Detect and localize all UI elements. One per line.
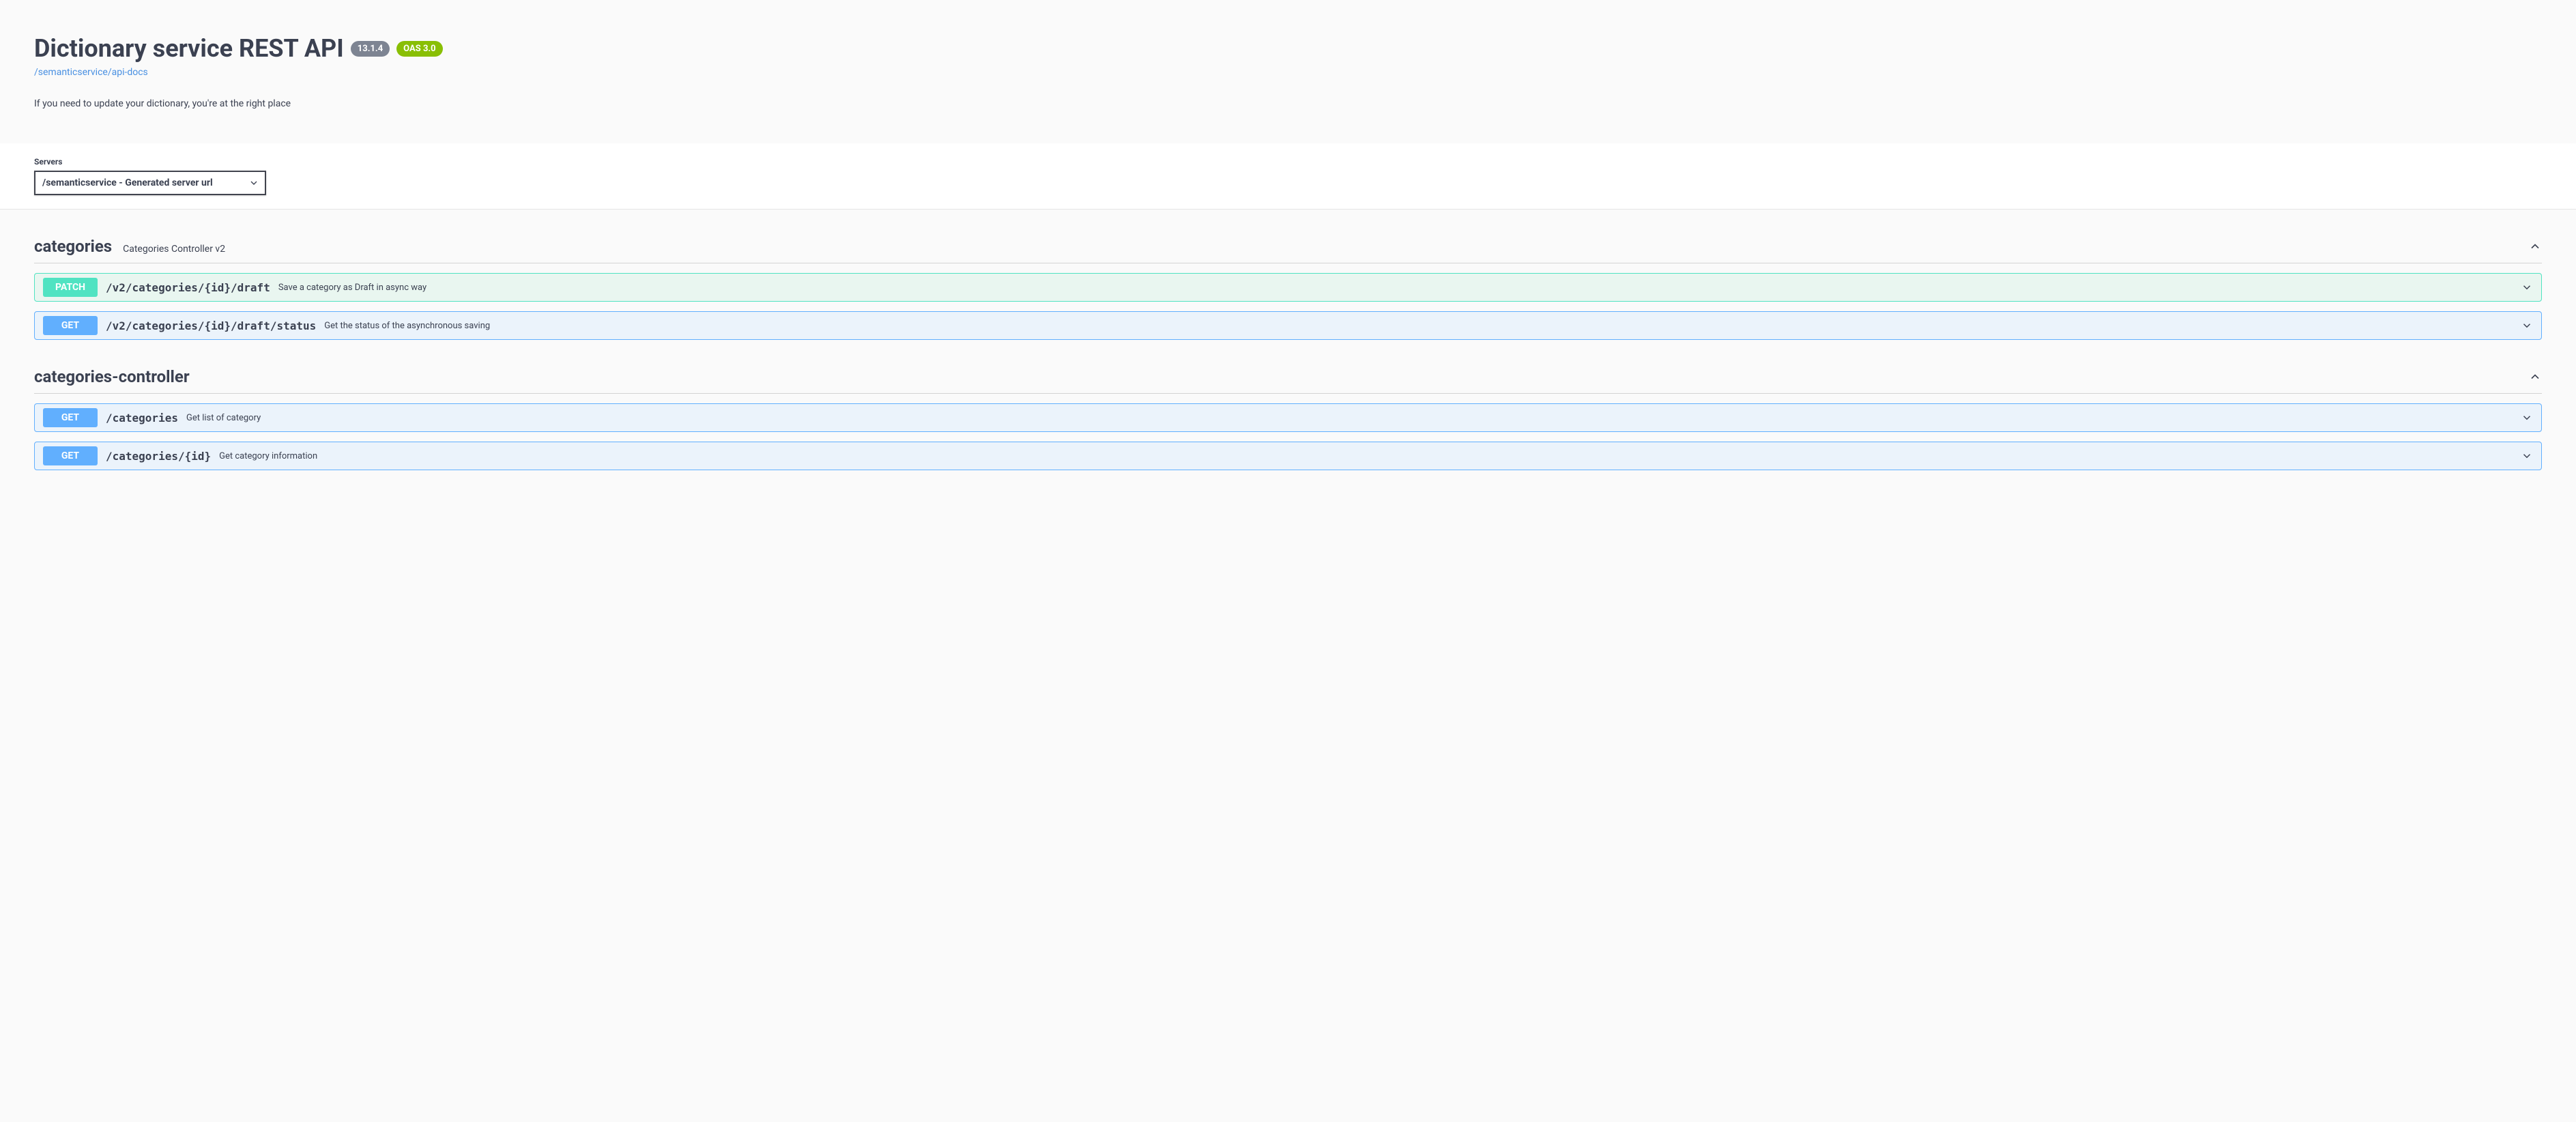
version-badge: 13.1.4 xyxy=(351,41,390,57)
tag-name: categories-controller xyxy=(34,367,190,386)
api-description: If you need to update your dictionary, y… xyxy=(34,98,2542,109)
operation-path: /categories/{id} xyxy=(106,450,211,463)
method-badge: GET xyxy=(43,446,98,465)
page-header: Dictionary service REST API 13.1.4 OAS 3… xyxy=(0,0,2576,143)
tag-name: categories xyxy=(34,237,112,256)
server-select[interactable]: /semanticservice - Generated server url xyxy=(34,171,266,195)
operation-path: /v2/categories/{id}/draft/status xyxy=(106,319,316,332)
tag-section-categories-controller: categories-controller GET /categories Ge… xyxy=(34,367,2542,470)
chevron-down-icon xyxy=(2521,412,2533,424)
operation-summary: Get list of category xyxy=(186,413,2521,423)
operations-content: categories Categories Controller v2 PATC… xyxy=(0,237,2576,470)
operation-path: /v2/categories/{id}/draft xyxy=(106,281,270,294)
operation-summary: Get category information xyxy=(219,451,2521,461)
chevron-down-icon xyxy=(2521,319,2533,332)
method-badge: GET xyxy=(43,316,98,335)
chevron-down-icon xyxy=(2521,450,2533,462)
operation-patch-categories-draft[interactable]: PATCH /v2/categories/{id}/draft Save a c… xyxy=(34,273,2542,302)
tag-section-categories: categories Categories Controller v2 PATC… xyxy=(34,237,2542,340)
page-title: Dictionary service REST API xyxy=(34,34,344,63)
chevron-up-icon xyxy=(2528,370,2542,384)
operation-get-category-by-id[interactable]: GET /categories/{id} Get category inform… xyxy=(34,442,2542,470)
tag-header-categories-controller[interactable]: categories-controller xyxy=(34,367,2542,394)
servers-section: Servers /semanticservice - Generated ser… xyxy=(0,143,2576,210)
tag-description: Categories Controller v2 xyxy=(123,244,225,255)
operation-summary: Get the status of the asynchronous savin… xyxy=(324,321,2521,331)
chevron-down-icon xyxy=(2521,281,2533,293)
tag-header-categories[interactable]: categories Categories Controller v2 xyxy=(34,237,2542,263)
api-docs-link[interactable]: /semanticservice/api-docs xyxy=(34,67,148,78)
method-badge: PATCH xyxy=(43,278,98,297)
operation-get-categories-draft-status[interactable]: GET /v2/categories/{id}/draft/status Get… xyxy=(34,311,2542,340)
operation-path: /categories xyxy=(106,412,178,425)
chevron-up-icon xyxy=(2528,240,2542,253)
operation-summary: Save a category as Draft in async way xyxy=(278,283,2521,293)
method-badge: GET xyxy=(43,408,98,427)
oas-badge: OAS 3.0 xyxy=(396,41,443,57)
servers-label: Servers xyxy=(34,157,2542,167)
operation-get-categories[interactable]: GET /categories Get list of category xyxy=(34,403,2542,432)
